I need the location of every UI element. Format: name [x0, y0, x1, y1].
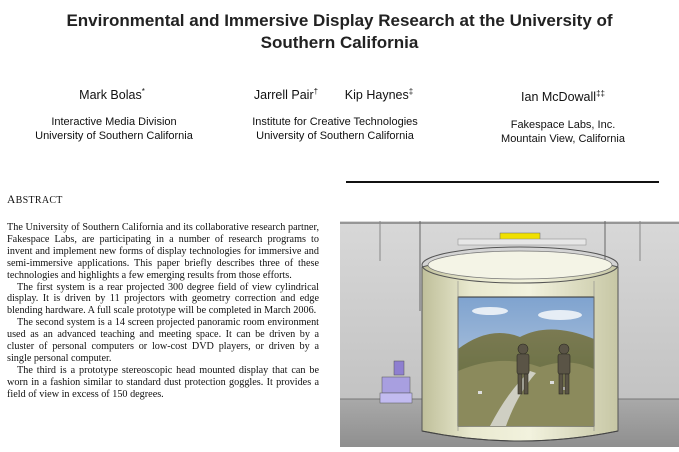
title-line-1: Environmental and Immersive Display Rese… — [66, 11, 613, 30]
abstract-paragraph: The second system is a 14 screen project… — [7, 317, 319, 364]
author-mcdowall: Ian McDowall‡‡ — [521, 88, 605, 104]
abstract-paragraph: The third is a prototype stereoscopic he… — [7, 364, 319, 400]
cylindrical-display-rendering-icon — [340, 221, 679, 447]
affiliation-fakespace: Fakespace Labs, Inc. Mountain View, Cali… — [501, 119, 625, 145]
author-bolas: Mark Bolas* — [79, 86, 145, 102]
author-pair: Jarrell Pair† — [253, 86, 319, 102]
affiliation-imd: Interactive Media Division University of… — [35, 116, 193, 142]
column-rule — [346, 181, 659, 183]
paper-page: Environmental and Immersive Display Rese… — [0, 0, 679, 447]
abstract-paragraph: The University of Southern California an… — [7, 222, 319, 281]
paper-title: Environmental and Immersive Display Rese… — [0, 10, 679, 54]
abstract-heading: ABSTRACT — [7, 194, 63, 206]
abstract-body: The University of Southern California an… — [7, 222, 319, 401]
abstract-paragraph: The first system is a rear projected 300… — [7, 281, 319, 317]
title-line-2: Southern California — [260, 33, 419, 52]
affiliation-ict: Institute for Creative Technologies Univ… — [252, 116, 418, 142]
author-haynes: Kip Haynes‡ — [344, 86, 414, 102]
